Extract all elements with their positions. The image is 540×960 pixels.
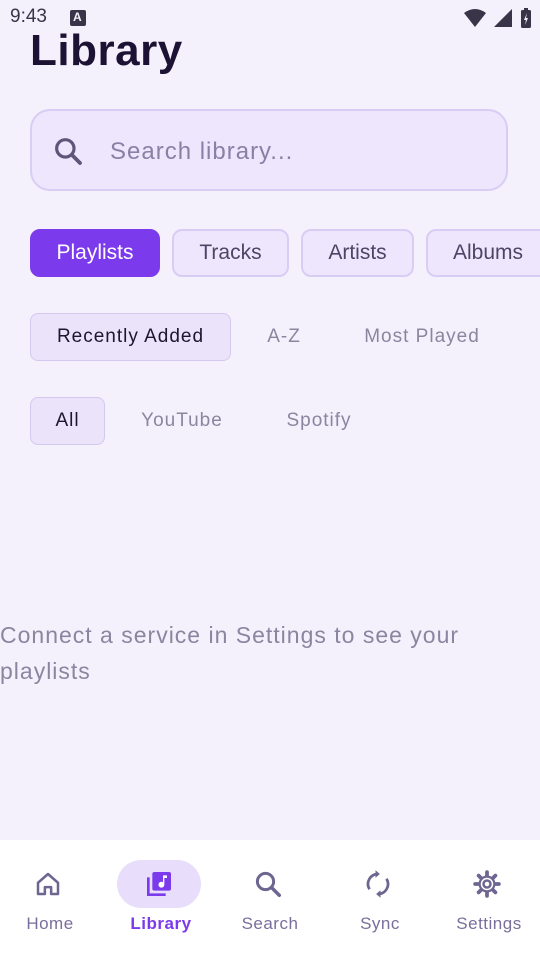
nav-library[interactable]: Library <box>107 840 215 960</box>
search-icon <box>255 871 281 897</box>
home-icon <box>36 872 60 896</box>
empty-state-message: Connect a service in Settings to see you… <box>0 622 460 684</box>
filter-youtube[interactable]: YouTube <box>132 397 232 445</box>
nav-sync-label: Sync <box>360 914 400 933</box>
search-bar[interactable] <box>30 109 508 191</box>
sync-icon <box>366 870 390 898</box>
nav-settings-label: Settings <box>456 914 522 933</box>
nav-library-indicator <box>117 860 201 908</box>
sort-most-played[interactable]: Most Played <box>352 313 492 361</box>
wifi-icon <box>464 9 486 27</box>
nav-library-label: Library <box>130 914 192 933</box>
search-icon <box>55 138 82 165</box>
signal-icon <box>494 9 512 27</box>
battery-icon <box>521 8 531 28</box>
sort-recently-added[interactable]: Recently Added <box>30 313 231 361</box>
bottom-nav: Home Library Search Sync Settings <box>0 840 540 960</box>
gear-icon <box>473 870 501 898</box>
nav-search[interactable]: Search <box>216 840 324 960</box>
tab-tracks[interactable]: Tracks <box>172 229 289 277</box>
tab-artists[interactable]: Artists <box>301 229 414 277</box>
nav-sync[interactable]: Sync <box>326 840 434 960</box>
library-music-icon <box>147 872 171 896</box>
tab-playlists[interactable]: Playlists <box>30 229 160 277</box>
filter-all[interactable]: All <box>30 397 105 445</box>
nav-search-label: Search <box>241 914 299 933</box>
filter-spotify[interactable]: Spotify <box>274 397 364 445</box>
nav-home-label: Home <box>26 914 74 933</box>
status-time: 9:43 <box>10 6 47 27</box>
app-notification-icon <box>70 10 86 26</box>
tab-albums[interactable]: Albums <box>426 229 540 277</box>
nav-settings-indicator <box>445 860 529 908</box>
nav-sync-indicator <box>336 860 420 908</box>
sort-a-z[interactable]: A-Z <box>252 313 316 361</box>
search-input[interactable] <box>108 133 492 171</box>
nav-home-indicator <box>6 860 90 908</box>
nav-home[interactable]: Home <box>0 840 104 960</box>
page-title: Library <box>30 26 183 75</box>
nav-settings[interactable]: Settings <box>435 840 540 960</box>
status-icons <box>464 8 532 28</box>
nav-search-indicator <box>226 860 310 908</box>
